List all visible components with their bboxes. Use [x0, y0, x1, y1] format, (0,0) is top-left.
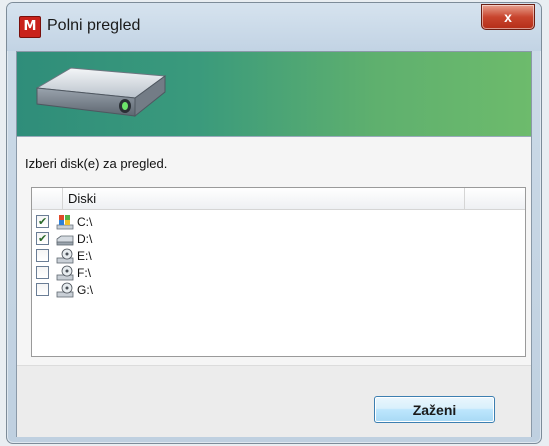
close-button[interactable]: x	[481, 4, 535, 30]
list-item-drive-c[interactable]: ✔ C:\	[36, 214, 336, 231]
list-item-drive-d[interactable]: ✔ D:\	[36, 231, 336, 248]
drive-d-label: D:\	[77, 232, 93, 246]
header-banner	[17, 52, 531, 137]
window-title: Polni pregled	[47, 17, 141, 34]
column-separator	[464, 188, 465, 209]
drive-e-checkbox[interactable]	[36, 249, 49, 262]
list-header[interactable]: Diski	[32, 188, 525, 210]
drive-f-label: F:\	[77, 266, 91, 280]
checkmark-icon: ✔	[38, 233, 48, 245]
column-header-diski[interactable]: Diski	[68, 191, 96, 206]
optical-drive-icon	[56, 248, 74, 264]
close-icon: x	[504, 9, 512, 25]
system-drive-icon	[56, 215, 74, 230]
drive-e-label: E:\	[77, 249, 92, 263]
optical-drive-icon	[56, 282, 74, 298]
dialog-client-area: Izberi disk(e) za pregled. Diski ✔ C:\ ✔…	[16, 51, 532, 437]
drive-c-checkbox[interactable]: ✔	[36, 215, 49, 228]
drive-list[interactable]: Diski ✔ C:\ ✔ D:\ E:\ F:\ G:\	[31, 187, 526, 357]
list-item-drive-f[interactable]: F:\	[36, 265, 336, 282]
drive-c-label: C:\	[77, 215, 93, 229]
instruction-text: Izberi disk(e) za pregled.	[25, 156, 168, 171]
hard-disk-banner-icon	[35, 67, 167, 118]
run-button[interactable]: Zaženi	[374, 396, 495, 423]
checkmark-icon: ✔	[38, 216, 48, 228]
drive-g-checkbox[interactable]	[36, 283, 49, 296]
drive-g-label: G:\	[77, 283, 94, 297]
drive-d-checkbox[interactable]: ✔	[36, 232, 49, 245]
title-bar[interactable]: M Polni pregled x	[7, 3, 541, 51]
column-separator	[62, 188, 63, 209]
dialog-footer: Zaženi	[17, 365, 531, 437]
optical-drive-icon	[56, 265, 74, 281]
hard-drive-icon	[56, 235, 74, 246]
dialog-window: M Polni pregled x Izberi disk(e) za preg…	[6, 2, 542, 444]
list-item-drive-g[interactable]: G:\	[36, 282, 336, 299]
content-area: Izberi disk(e) za pregled. Diski ✔ C:\ ✔…	[17, 137, 531, 365]
app-logo-icon: M	[19, 16, 41, 38]
list-item-drive-e[interactable]: E:\	[36, 248, 336, 265]
drive-f-checkbox[interactable]	[36, 266, 49, 279]
